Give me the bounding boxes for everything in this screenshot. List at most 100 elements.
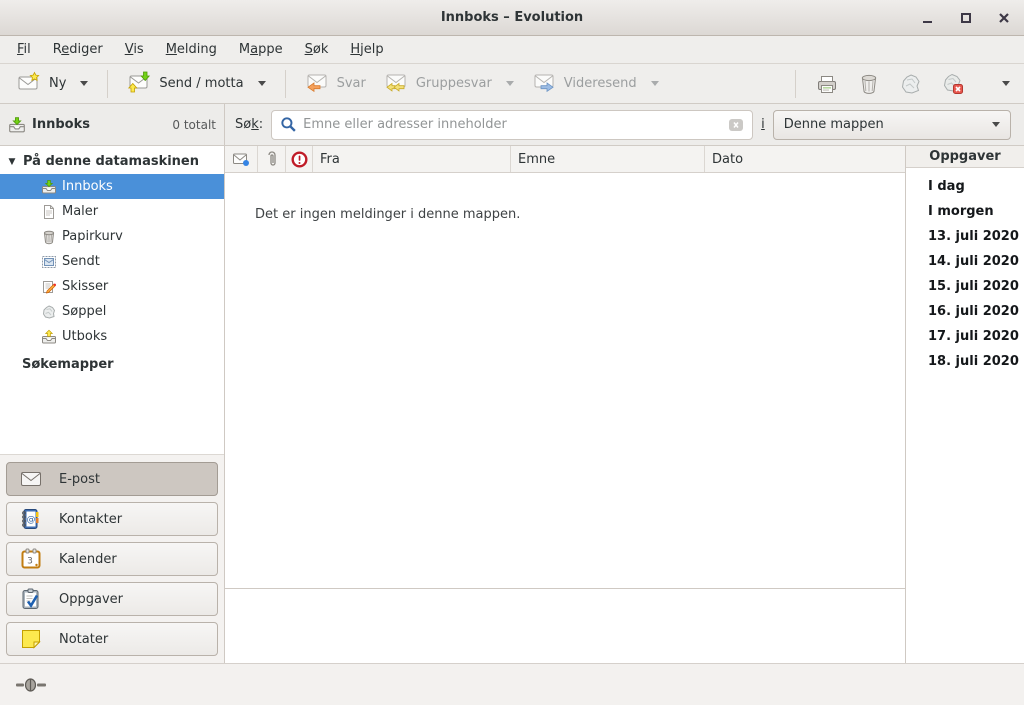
switcher-contacts-button[interactable]: @ Kontakter	[6, 502, 218, 536]
not-junk-button[interactable]	[932, 67, 974, 101]
message-list-pane: Fra Emne Dato Det er ingen meldinger i d…	[225, 146, 905, 663]
menu-hjelp[interactable]: Hjelp	[339, 38, 394, 61]
empty-folder-message: Det er ingen meldinger i denne mappen.	[255, 207, 520, 222]
not-junk-icon	[941, 72, 965, 96]
switcher-notes-button[interactable]: Notater	[6, 622, 218, 656]
search-scope-combo[interactable]: Denne mappen	[773, 110, 1011, 140]
column-priority[interactable]	[286, 146, 313, 172]
column-fra[interactable]: Fra	[313, 146, 511, 172]
templates-icon	[40, 203, 57, 220]
attachment-icon	[265, 151, 279, 168]
folder-papirkurv[interactable]: Papirkurv	[0, 224, 224, 249]
svg-text:3: 3	[27, 557, 33, 567]
menu-vis[interactable]: Vis	[114, 38, 155, 61]
evolution-window: Innboks – Evolution Fil Rediger Vis Meld…	[0, 0, 1024, 705]
folder-skisser[interactable]: Skisser	[0, 274, 224, 299]
column-attachment[interactable]	[258, 146, 286, 172]
search-label: Søk:	[235, 117, 263, 132]
forward-dropdown-icon	[651, 81, 659, 86]
message-list-header: Fra Emne Dato	[225, 146, 905, 173]
junk-button[interactable]	[890, 67, 932, 101]
close-button[interactable]	[992, 6, 1016, 30]
search-scope-label: i	[761, 117, 765, 132]
view-switcher: E-post @	[0, 454, 224, 663]
online-status-icon[interactable]	[16, 677, 46, 693]
column-emne[interactable]: Emne	[511, 146, 705, 172]
folder-tree: ▼ På denne datamaskinen Innboks	[0, 146, 224, 454]
tasks-icon	[19, 587, 43, 611]
reply-button[interactable]: Svar	[296, 65, 375, 103]
menubar: Fil Rediger Vis Melding Mappe Søk Hjelp	[0, 36, 1024, 64]
switcher-tasks-button[interactable]: Oppgaver	[6, 582, 218, 616]
folder-sidebar: ▼ På denne datamaskinen Innboks	[0, 146, 225, 663]
task-date-item[interactable]: 15. juli 2020	[928, 274, 1024, 299]
close-icon	[997, 11, 1011, 25]
tasks-header: Oppgaver	[906, 146, 1024, 168]
delete-button[interactable]	[848, 67, 890, 101]
switcher-calendar-button[interactable]: 3 Kalender	[6, 542, 218, 576]
menu-melding[interactable]: Melding	[155, 38, 228, 61]
tree-root-on-this-computer[interactable]: ▼ På denne datamaskinen	[0, 149, 224, 174]
new-mail-icon	[17, 70, 41, 98]
junk-icon	[40, 303, 57, 320]
task-date-item[interactable]: 13. juli 2020	[928, 224, 1024, 249]
folder-soppel[interactable]: Søppel	[0, 299, 224, 324]
svg-text:@: @	[27, 515, 36, 525]
folder-maler[interactable]: Maler	[0, 199, 224, 224]
send-receive-icon	[127, 70, 151, 98]
tree-root-search-folders[interactable]: Søkemapper	[0, 352, 224, 377]
search-icon	[280, 116, 297, 133]
column-dato[interactable]: Dato	[705, 146, 905, 172]
menu-rediger[interactable]: Rediger	[42, 38, 114, 61]
new-message-button[interactable]: Ny	[8, 65, 97, 103]
mail-icon	[19, 467, 43, 491]
combo-dropdown-icon	[992, 122, 1000, 127]
drafts-icon	[40, 278, 57, 295]
forward-icon	[532, 70, 556, 98]
send-receive-button[interactable]: Send / motta	[118, 65, 274, 103]
switcher-mail-button[interactable]: E-post	[6, 462, 218, 496]
clear-search-icon[interactable]	[728, 117, 744, 133]
menu-fil[interactable]: Fil	[6, 38, 42, 61]
trash-icon	[40, 228, 57, 245]
new-message-label: Ny	[49, 76, 66, 91]
reply-label: Svar	[337, 76, 366, 91]
menu-sok[interactable]: Søk	[294, 38, 340, 61]
window-title: Innboks – Evolution	[441, 10, 583, 25]
task-date-item[interactable]: I dag	[928, 174, 1024, 199]
task-date-item[interactable]: 18. juli 2020	[928, 349, 1024, 374]
folder-total-count: 0 totalt	[172, 118, 216, 132]
column-read-status[interactable]	[225, 146, 258, 172]
task-date-item[interactable]: I morgen	[928, 199, 1024, 224]
send-receive-dropdown-icon	[258, 81, 266, 86]
folder-innboks[interactable]: Innboks	[0, 174, 224, 199]
maximize-button[interactable]	[954, 6, 978, 30]
group-reply-button[interactable]: Gruppesvar	[375, 65, 523, 103]
minimize-button[interactable]	[916, 6, 940, 30]
task-date-item[interactable]: 14. juli 2020	[928, 249, 1024, 274]
expander-icon[interactable]: ▼	[6, 156, 18, 168]
menu-mappe[interactable]: Mappe	[228, 38, 294, 61]
folder-sendt[interactable]: Sendt	[0, 249, 224, 274]
reply-icon	[305, 70, 329, 98]
forward-button[interactable]: Videresend	[523, 65, 668, 103]
status-bar	[0, 663, 1024, 705]
group-reply-dropdown-icon	[506, 81, 514, 86]
task-date-item[interactable]: 16. juli 2020	[928, 299, 1024, 324]
print-button[interactable]	[806, 67, 848, 101]
priority-icon	[291, 151, 308, 168]
current-folder-header: Innboks 0 totalt	[0, 104, 225, 145]
titlebar: Innboks – Evolution	[0, 0, 1024, 36]
tasks-sidebar: Oppgaver I dag I morgen 13. juli 2020 14…	[905, 146, 1024, 663]
folder-utboks[interactable]: Utboks	[0, 324, 224, 349]
inbox-icon	[8, 116, 26, 134]
search-input[interactable]	[303, 117, 722, 132]
minimize-icon	[921, 11, 935, 25]
toolbar-overflow-icon[interactable]	[1002, 81, 1010, 86]
window-controls	[916, 0, 1016, 36]
message-list-body[interactable]: Det er ingen meldinger i denne mappen.	[225, 173, 905, 589]
sent-icon	[40, 253, 57, 270]
task-date-item[interactable]: 17. juli 2020	[928, 324, 1024, 349]
send-receive-label: Send / motta	[159, 76, 243, 91]
toolbar-separator	[795, 70, 796, 98]
